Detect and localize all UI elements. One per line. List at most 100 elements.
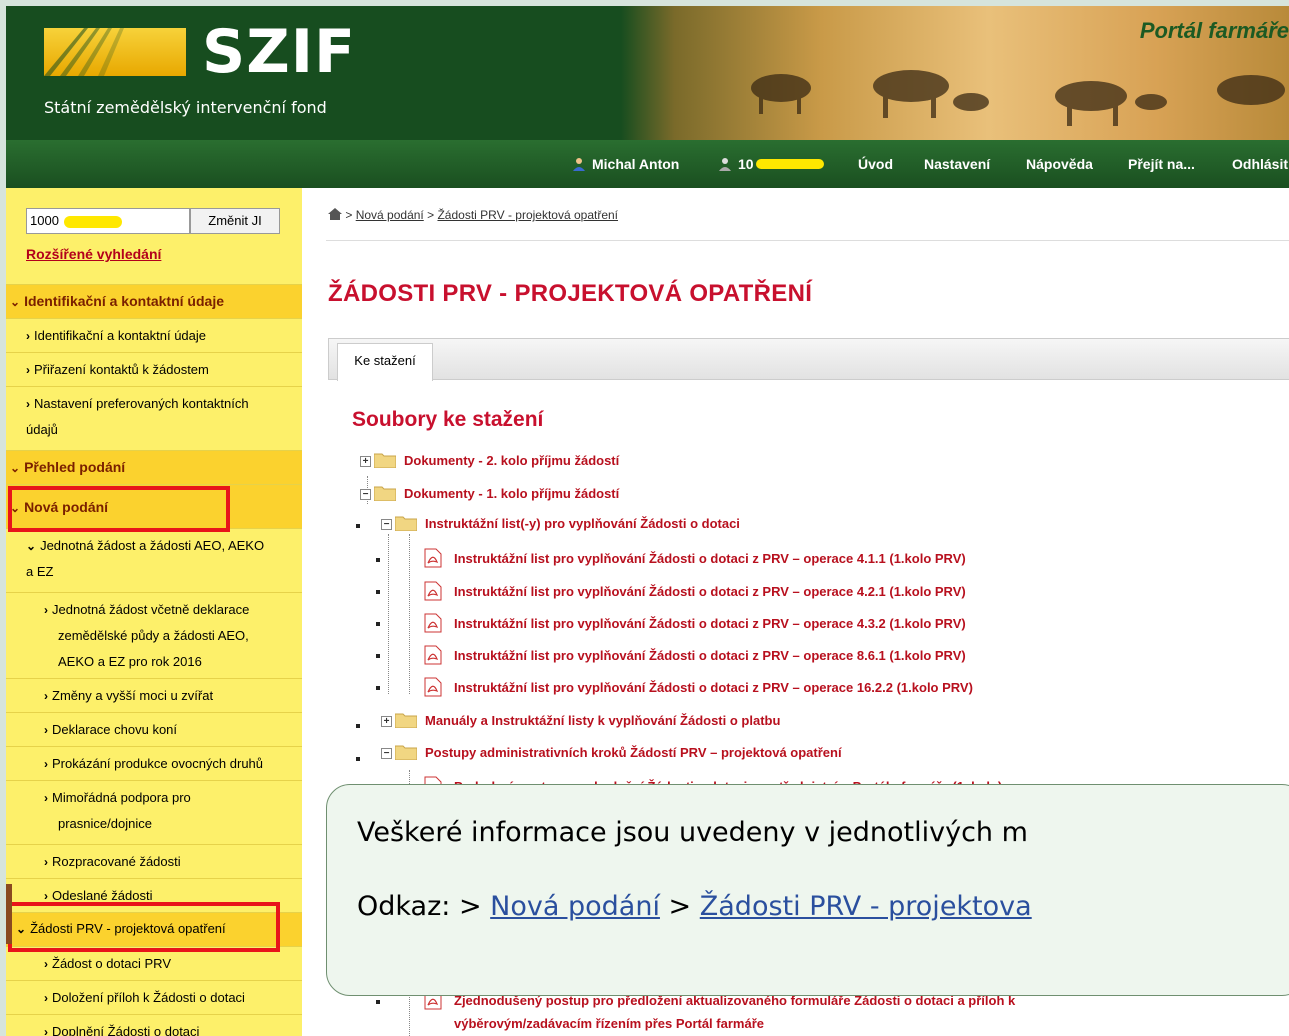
- collapse-icon[interactable]: −: [381, 748, 392, 759]
- chevron-right-icon: ›: [44, 889, 48, 903]
- chevron-down-icon: ⌄: [10, 295, 21, 309]
- collapse-icon[interactable]: −: [360, 489, 371, 500]
- pdf-icon: [424, 581, 442, 601]
- redaction-mark: [64, 216, 122, 228]
- chevron-down-icon: ⌄: [10, 461, 21, 475]
- sidebar-item-horses[interactable]: › Deklarace chovu koní: [6, 712, 302, 746]
- sidebar-item-fruit[interactable]: › Prokázání produkce ovocných druhů: [6, 746, 302, 780]
- user-icon: [573, 158, 585, 171]
- breadcrumb-link-new-submissions[interactable]: Nová podání: [356, 208, 424, 222]
- folder-icon: [374, 453, 396, 468]
- tree-bullet: [376, 1000, 380, 1004]
- callout-link-line: Odkaz: > Nová podání > Žádosti PRV - pro…: [357, 891, 1032, 922]
- subject-id[interactable]: 10: [718, 156, 824, 172]
- expand-icon[interactable]: +: [360, 456, 371, 467]
- sidebar-item-prv-supplement[interactable]: › Doplnění Žádosti o dotaci: [6, 1014, 302, 1036]
- expand-icon[interactable]: +: [381, 716, 392, 727]
- chevron-right-icon: ›: [26, 329, 30, 343]
- sidebar-item-in-progress[interactable]: › Rozpracované žádosti: [6, 844, 302, 878]
- tree-folder-round2[interactable]: + Dokumenty - 2. kolo příjmu žádostí: [360, 452, 619, 476]
- chevron-down-icon: ⌄: [10, 501, 21, 515]
- tree-bullet: [356, 524, 360, 528]
- tab-downloads[interactable]: Ke stažení: [337, 343, 433, 381]
- chevron-right-icon: ›: [44, 757, 48, 771]
- change-subject-button[interactable]: Změnit JI: [190, 208, 280, 234]
- sidebar-item-identification[interactable]: › Identifikační a kontaktní údaje: [6, 318, 302, 352]
- pdf-link-432[interactable]: Instruktážní list pro vyplňování Žádosti…: [424, 613, 966, 637]
- tree-folder-procedures[interactable]: − Postupy administrativních kroků Žádostí…: [381, 744, 842, 768]
- sidebar-section-identification[interactable]: ⌄ Identifikační a kontaktní údaje: [6, 284, 302, 318]
- breadcrumb-link-prv[interactable]: Žádosti PRV - projektová opatření: [437, 208, 618, 222]
- folder-open-icon: [374, 486, 396, 501]
- folder-icon: [395, 713, 417, 728]
- nav-settings[interactable]: Nastavení: [924, 156, 990, 172]
- pdf-icon: [424, 548, 442, 568]
- user-menu[interactable]: Michal Anton: [572, 156, 679, 172]
- tree-bullet: [376, 590, 380, 594]
- files-heading: Soubory ke stažení: [352, 408, 544, 431]
- tree-folder-manuals[interactable]: + Manuály a Instruktážní listy k vyplňová…: [381, 712, 780, 736]
- sidebar-item-changes[interactable]: › Změny a vyšší moci u zvířat: [6, 678, 302, 712]
- portal-title: Portál farmáře: [1139, 18, 1289, 43]
- callout-link-prv[interactable]: Žádosti PRV - projektova: [700, 891, 1032, 922]
- tree-bullet: [376, 686, 380, 690]
- pdf-link-421[interactable]: Instruktážní list pro vyplňování Žádosti…: [424, 581, 966, 605]
- chevron-right-icon: ›: [44, 1025, 48, 1036]
- chevron-right-icon: ›: [26, 397, 30, 411]
- chevron-right-icon: ›: [44, 603, 48, 617]
- sidebar-item-sows[interactable]: › Mimořádná podpora pro prasnice/dojnice: [6, 780, 302, 844]
- subject-icon: [719, 158, 731, 171]
- tree-bullet: [376, 654, 380, 658]
- tree-bullet: [376, 622, 380, 626]
- chevron-right-icon: ›: [44, 791, 48, 805]
- sidebar-section-overview[interactable]: ⌄ Přehled podání: [6, 450, 302, 484]
- sidebar-item-prv-grant[interactable]: › Žádost o dotaci PRV: [6, 946, 302, 980]
- user-name: Michal Anton: [592, 156, 680, 172]
- tree-line: [388, 534, 389, 694]
- logo-subtitle: Státní zemědělský intervenční fond: [44, 98, 327, 117]
- chevron-down-icon: ⌄: [26, 539, 37, 553]
- pdf-icon: [424, 645, 442, 665]
- sidebar-item-prv[interactable]: ⌄ Žádosti PRV - projektová opatření: [6, 912, 302, 946]
- collapse-icon[interactable]: −: [381, 519, 392, 530]
- sidebar-item-sent[interactable]: › Odeslané žádosti: [6, 878, 302, 912]
- site-header: SZIF Státní zemědělský intervenční fond …: [6, 6, 1289, 140]
- sidebar-item-contact-preferences[interactable]: › Nastavení preferovaných kontaktních úda…: [6, 386, 302, 450]
- subject-id-value: 10: [738, 156, 754, 172]
- nav-home[interactable]: Úvod: [858, 156, 893, 172]
- sidebar-item-unified-application[interactable]: ⌄ Jednotná žádost a žádosti AEO, AEKO a E…: [6, 528, 302, 592]
- sidebar: 1000 Změnit JI Rozšířené vyhledání ⌄ Iden…: [6, 188, 302, 1036]
- chevron-right-icon: ›: [44, 957, 48, 971]
- callout-link-new-submissions[interactable]: Nová podání: [490, 891, 660, 922]
- sidebar-section-new-submissions[interactable]: ⌄ Nová podání: [6, 484, 302, 528]
- szif-logo-mark: [44, 28, 186, 76]
- sidebar-item-prv-attachments[interactable]: › Doložení příloh k Žádosti o dotaci: [6, 980, 302, 1014]
- pdf-link-1622[interactable]: Instruktážní list pro vyplňování Žádosti…: [424, 677, 973, 701]
- tree-line: [409, 534, 410, 694]
- advanced-search-link[interactable]: Rozšířené vyhledání: [26, 246, 161, 262]
- page-edge-marker: [6, 884, 12, 944]
- chevron-right-icon: ›: [44, 991, 48, 1005]
- nav-logout[interactable]: Odhlásit: [1232, 156, 1288, 172]
- tree-bullet: [376, 558, 380, 562]
- folder-open-icon: [395, 745, 417, 760]
- pdf-link-411[interactable]: Instruktážní list pro vyplňování Žádosti…: [424, 548, 966, 572]
- chevron-right-icon: ›: [44, 855, 48, 869]
- nav-goto[interactable]: Přejít na...: [1128, 156, 1195, 172]
- home-icon[interactable]: [328, 208, 342, 220]
- annotation-callout: Veškeré informace jsou uvedeny v jednotl…: [326, 784, 1289, 996]
- tree-bullet: [356, 757, 360, 761]
- pdf-icon: [424, 677, 442, 697]
- pdf-link-861[interactable]: Instruktážní list pro vyplňování Žádosti…: [424, 645, 966, 669]
- sidebar-item-unified-2016[interactable]: › Jednotná žádost včetně deklarace zemědě…: [6, 592, 302, 678]
- divider: [326, 240, 1289, 241]
- chevron-right-icon: ›: [44, 689, 48, 703]
- tree-folder-round1[interactable]: − Dokumenty - 1. kolo příjmu žádostí: [360, 485, 619, 509]
- callout-text: Veškeré informace jsou uvedeny v jednotl…: [357, 817, 1028, 848]
- tab-strip: Ke stažení: [328, 338, 1289, 381]
- redaction-mark: [755, 159, 824, 169]
- pdf-link-simplified-procedure-line2[interactable]: výběrovým/zadávacím řízením přes Portál …: [454, 1016, 764, 1036]
- sidebar-item-assign-contacts[interactable]: › Přiřazení kontaktů k žádostem: [6, 352, 302, 386]
- nav-help[interactable]: Nápověda: [1026, 156, 1093, 172]
- tree-folder-instructions[interactable]: − Instruktážní list(-y) pro vyplňování Žá…: [381, 515, 740, 539]
